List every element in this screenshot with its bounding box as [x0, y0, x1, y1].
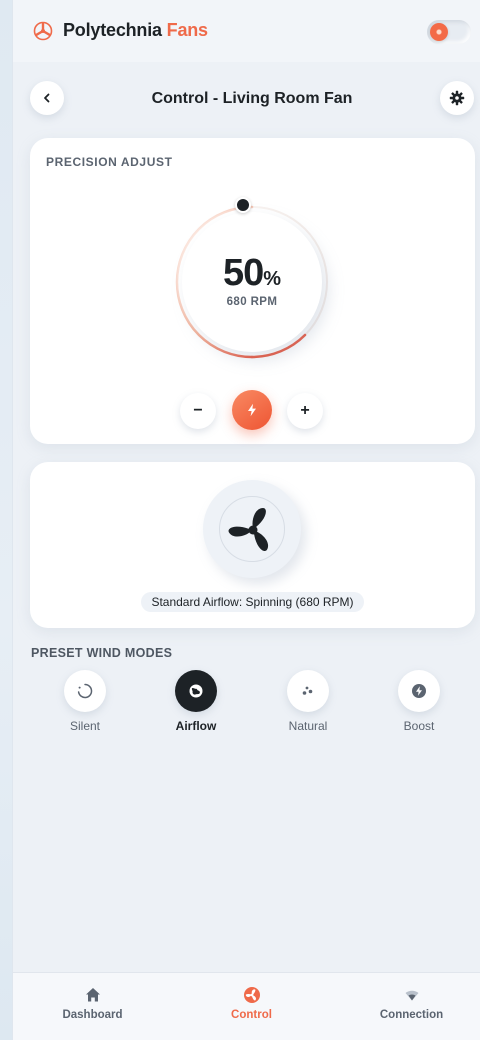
- nav-connection-label: Connection: [379, 1009, 444, 1021]
- settings-button[interactable]: [440, 81, 474, 115]
- fan-visual-card: Standard Airflow: Spinning (680 RPM): [30, 462, 475, 628]
- nav-dashboard-label: Dashboard: [62, 1009, 123, 1021]
- brand-main-text: Polytechnia: [63, 20, 162, 40]
- theme-toggle[interactable]: [427, 20, 471, 44]
- dial-handle[interactable]: [235, 197, 251, 213]
- nav-dashboard[interactable]: Dashboard: [15, 973, 170, 1040]
- home-icon: [86, 988, 100, 1002]
- background-edge: [0, 0, 13, 1040]
- fan-blades-icon: [228, 508, 268, 552]
- power-button[interactable]: [232, 390, 272, 430]
- spinner-icon: [77, 683, 93, 699]
- preset-natural[interactable]: Natural: [263, 668, 353, 738]
- bolt-circle-icon: [412, 684, 426, 698]
- globe-icon: [189, 684, 203, 698]
- decrease-speed-button[interactable]: −: [180, 393, 216, 429]
- nav-connection[interactable]: Connection: [334, 973, 480, 1040]
- brand-accent-text: Fans: [166, 20, 208, 40]
- wifi-icon: [405, 990, 419, 1001]
- logo-icon: [33, 21, 53, 41]
- preset-boost-label: Boost: [403, 719, 435, 733]
- preset-silent[interactable]: Silent: [40, 668, 130, 738]
- dots-icon: [302, 686, 313, 695]
- fan-visual: [203, 480, 301, 578]
- precision-adjust-label: PRECISION ADJUST: [46, 155, 173, 169]
- preset-boost-button[interactable]: [398, 670, 440, 712]
- fan-status: Standard Airflow: Spinning (680 RPM): [30, 592, 475, 612]
- preset-boost[interactable]: Boost: [374, 668, 464, 738]
- preset-airflow-button[interactable]: [175, 670, 217, 712]
- speed-percent: 50: [222, 252, 264, 294]
- nav-control-label: Control: [231, 1009, 272, 1021]
- app-screen: Polytechnia Fans Control - Living Room F…: [13, 0, 480, 1040]
- speed-dial[interactable]: 50% 680 RPM: [160, 190, 344, 374]
- preset-natural-label: Natural: [288, 719, 328, 733]
- toggle-knob: [430, 23, 448, 41]
- preset-modes-label: PRESET WIND MODES: [31, 646, 173, 660]
- preset-airflow[interactable]: Airflow: [151, 668, 241, 738]
- speed-value: 50%: [160, 252, 344, 295]
- rpm-readout: 680 RPM: [226, 296, 278, 308]
- bottom-navigation: Dashboard Control Connection: [13, 972, 480, 1040]
- fan-housing: [219, 496, 285, 562]
- brand-name: Polytechnia Fans: [63, 20, 208, 41]
- nav-control[interactable]: Control: [174, 973, 329, 1040]
- preset-airflow-label: Airflow: [175, 719, 217, 733]
- preset-silent-button[interactable]: [64, 670, 106, 712]
- increase-speed-button[interactable]: +: [287, 393, 323, 429]
- top-bar: Polytechnia Fans: [13, 0, 480, 62]
- page-title: Control - Living Room Fan: [151, 90, 353, 107]
- preset-natural-button[interactable]: [287, 670, 329, 712]
- preset-silent-label: Silent: [69, 719, 101, 733]
- gear-icon: [449, 90, 465, 106]
- fan-circle-icon: [244, 987, 260, 1003]
- speed-unit: %: [263, 268, 282, 290]
- bolt-icon: [248, 403, 256, 417]
- precision-adjust-card: PRECISION ADJUST 50% 680 RPM − +: [30, 138, 475, 444]
- fan-status-text: Standard Airflow: Spinning (680 RPM): [141, 592, 364, 612]
